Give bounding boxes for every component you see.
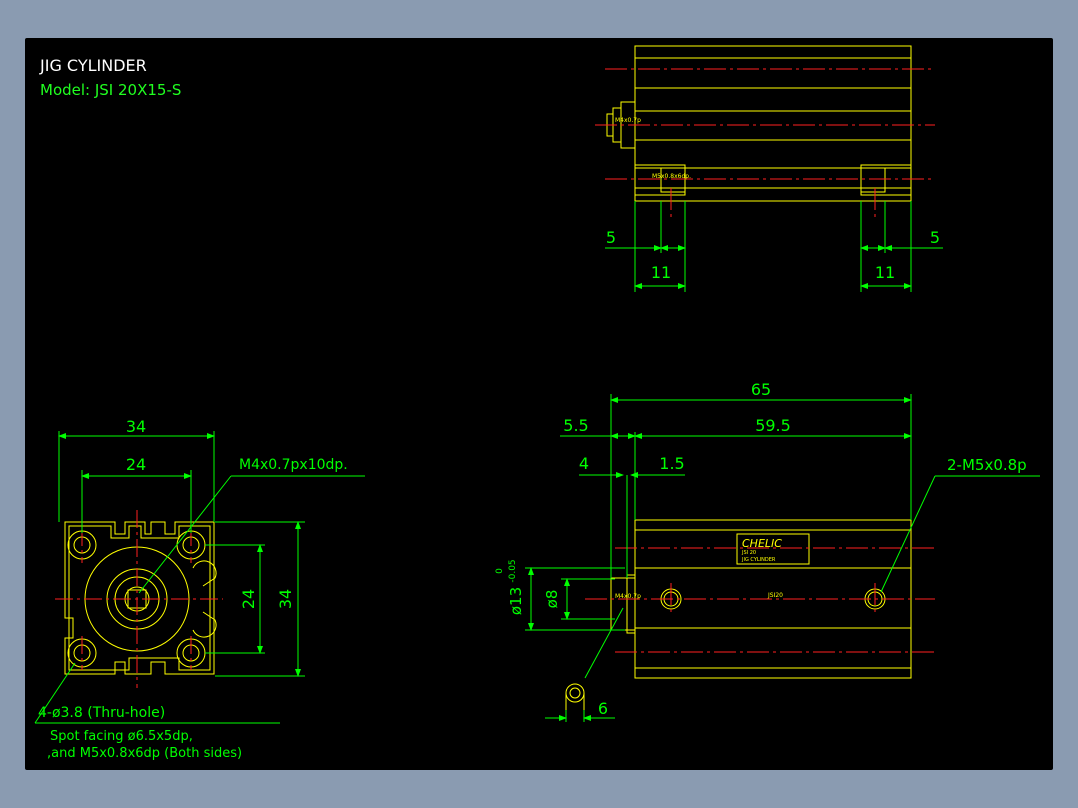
top-view-mount-left xyxy=(634,164,686,196)
model-label: Model: JSI 20X15-S xyxy=(40,81,181,99)
side-port-label: M4x0.7p xyxy=(615,593,641,600)
top-view-mount-right xyxy=(860,164,912,196)
callout-thru-holes: 4-ø3.8 (Thru-hole) xyxy=(38,705,165,721)
dim-side-1-5: 1.5 xyxy=(659,454,684,473)
cad-drawing: JIG CYLINDER Model: JSI 20X15-S M4x0.7p … xyxy=(34,45,1040,761)
dim-end-34-height: 34 xyxy=(276,589,295,609)
dim-side-5-5: 5.5 xyxy=(563,416,588,435)
side-rod-boss xyxy=(610,577,636,631)
body-label: JSI20 xyxy=(767,592,783,599)
end-view-dimensions xyxy=(34,431,365,724)
dim-tol-lower: -0.05 xyxy=(508,559,518,582)
top-mount-label: M5x0.8x6dp. xyxy=(652,173,691,180)
top-view-centerlines xyxy=(595,68,935,218)
plate-line2: JIG CYLINDER xyxy=(741,557,776,563)
dim-side-rod-dia: ø8 xyxy=(543,590,561,609)
side-view-dimensions xyxy=(525,394,1040,722)
drawing-title: JIG CYLINDER xyxy=(39,56,147,75)
dim-top-right-5: 5 xyxy=(930,228,940,247)
dim-side-boss-dia: ø13 xyxy=(507,587,525,615)
dim-top-left-11: 11 xyxy=(651,263,671,282)
dim-end-24-height: 24 xyxy=(239,589,258,609)
callout-m5-mount: 2-M5x0.8p xyxy=(947,456,1027,474)
dim-top-left-5: 5 xyxy=(606,228,616,247)
callout-m4-thread: M4x0.7px10dp. xyxy=(239,457,348,473)
dim-side-4: 4 xyxy=(579,454,589,473)
top-port-label: M4x0.7p xyxy=(615,117,641,124)
end-view xyxy=(64,521,217,675)
plate-line1: JSI 20 xyxy=(741,550,756,556)
note-both-sides: ,and M5x0.8x6dp (Both sides) xyxy=(47,746,242,761)
dim-end-24-width: 24 xyxy=(126,455,146,474)
dim-side-65: 65 xyxy=(751,380,771,399)
dim-side-6: 6 xyxy=(598,699,608,718)
dim-top-right-11: 11 xyxy=(875,263,895,282)
note-spot-facing: Spot facing ø6.5x5dp, xyxy=(50,729,193,744)
dim-tol-upper: 0 xyxy=(495,568,505,574)
dim-side-59-5: 59.5 xyxy=(755,416,791,435)
dim-end-34-width: 34 xyxy=(126,417,146,436)
brand-logo: CHELIC xyxy=(742,537,782,550)
cad-drawing-canvas: JIG CYLINDER Model: JSI 20X15-S M4x0.7p … xyxy=(25,38,1053,770)
